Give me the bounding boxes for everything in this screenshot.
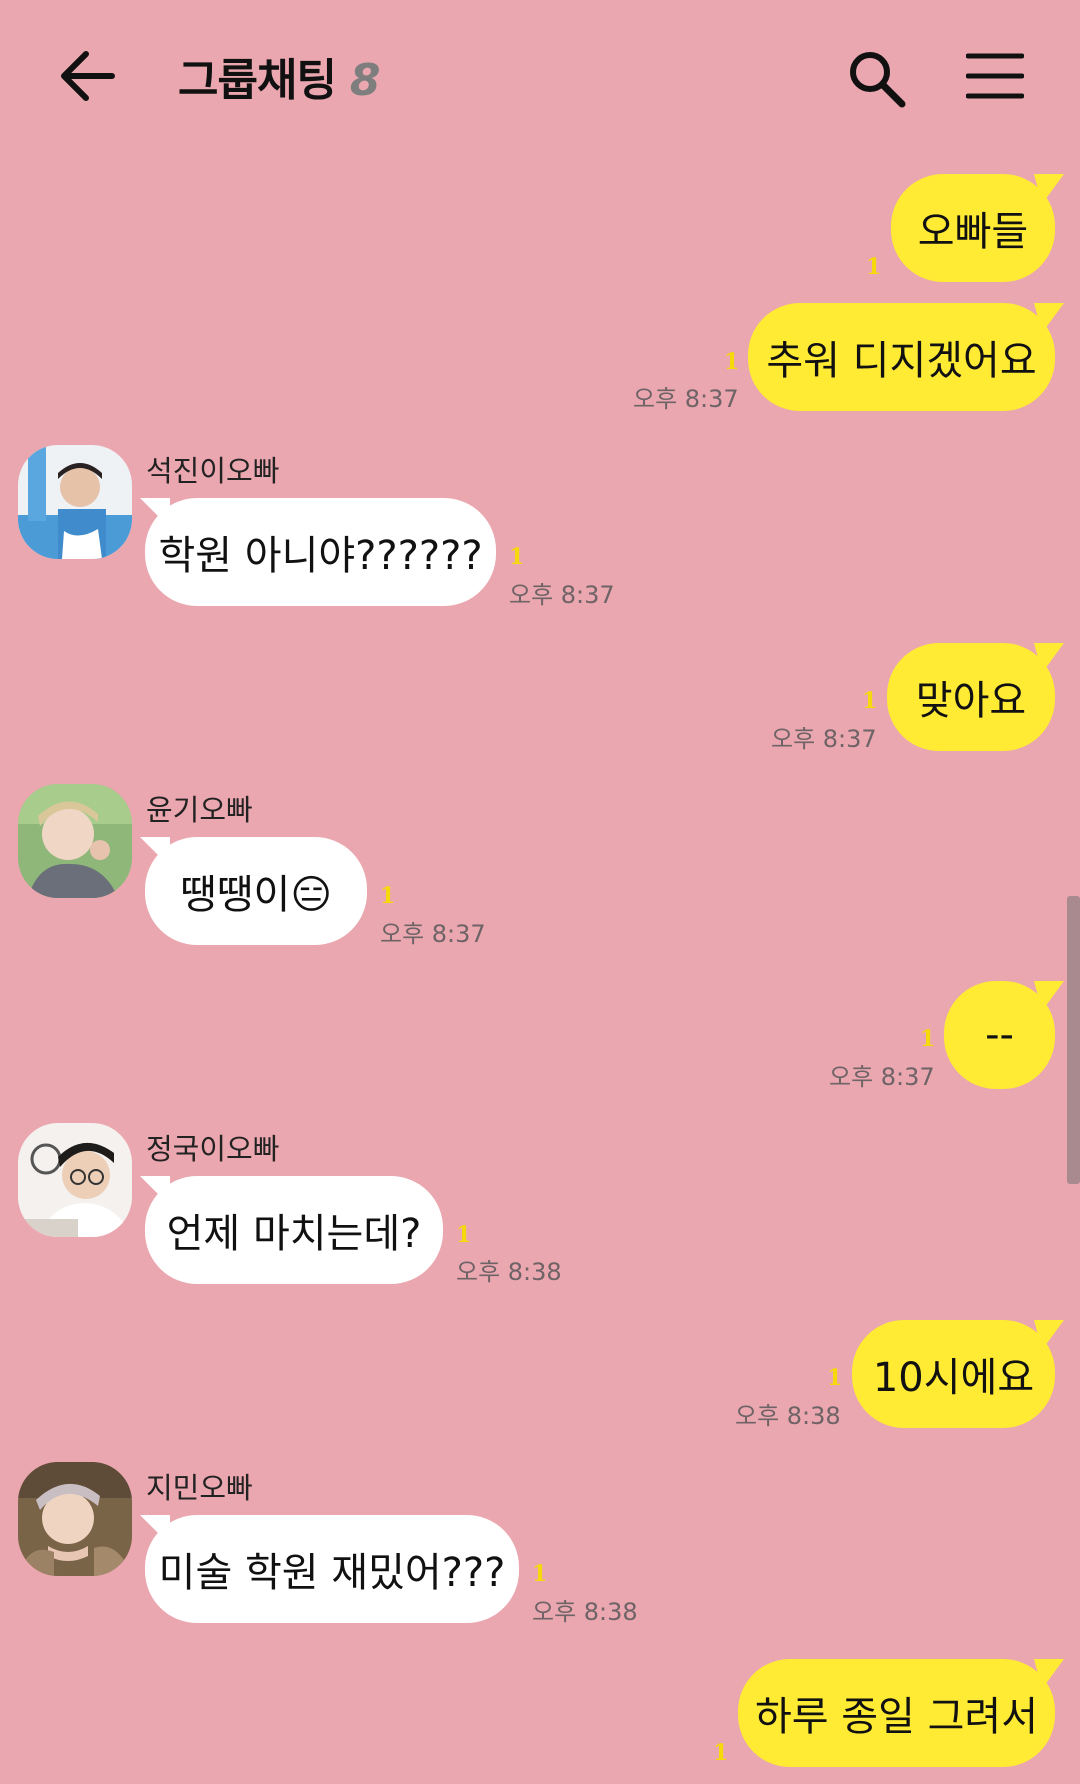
message-text: 추워 디지겠어요 [766, 338, 1037, 384]
unread-count: 1 [713, 1740, 729, 1766]
bubble-tail [1034, 1320, 1064, 1350]
message-text: 오빠들 [917, 209, 1029, 255]
avatar[interactable] [18, 1123, 132, 1237]
sender-name: 석진이오빠 [146, 454, 280, 488]
unread-count: 1 [532, 1561, 548, 1587]
message-text: 하루 종일 그려서 [754, 1694, 1039, 1740]
message-time: 오후 8:37 [633, 385, 739, 413]
sender-name: 정국이오빠 [146, 1132, 280, 1166]
member-count: 8 [349, 55, 381, 106]
bubble-tail [1034, 303, 1064, 333]
message-time: 오후 8:38 [532, 1598, 638, 1626]
message-text: -- [985, 1012, 1014, 1058]
unread-count: 1 [724, 349, 740, 375]
message-text: 언제 마치는데? [166, 1211, 422, 1257]
avatar[interactable] [18, 1462, 132, 1576]
unread-count: 1 [862, 688, 878, 714]
chat-title: 그룹채팅 [178, 55, 337, 106]
unread-count: 1 [920, 1026, 936, 1052]
my-message-bubble[interactable]: 오빠들 [891, 174, 1055, 282]
other-message-bubble[interactable]: 미술 학원 재밌어??? [145, 1515, 519, 1623]
hamburger-menu-icon[interactable] [966, 50, 1024, 102]
unread-count: 1 [509, 544, 525, 570]
bubble-tail [1034, 981, 1064, 1011]
my-message-bubble[interactable]: 맞아요 [887, 643, 1055, 751]
chat-header: 그룹채팅 8 [0, 0, 1080, 160]
message-time: 오후 8:37 [509, 581, 615, 609]
message-time: 오후 8:37 [380, 920, 486, 948]
arrow-left-icon[interactable] [56, 44, 120, 108]
my-message-bubble[interactable]: 10시에요 [852, 1320, 1055, 1428]
my-message-bubble[interactable]: 추워 디지겠어요 [748, 303, 1055, 411]
bubble-tail [1034, 174, 1064, 204]
other-message-bubble[interactable]: 땡땡이😑 [145, 837, 367, 945]
message-time: 오후 8:37 [771, 725, 877, 753]
my-message-bubble[interactable]: 하루 종일 그려서 [738, 1659, 1055, 1767]
other-message-bubble[interactable]: 학원 아니야?????? [145, 498, 496, 606]
search-icon[interactable] [846, 48, 906, 108]
message-time: 오후 8:38 [735, 1402, 841, 1430]
unread-count: 1 [380, 883, 396, 909]
chat-title-group: 그룹채팅 8 [178, 44, 381, 114]
message-time: 오후 8:37 [829, 1063, 935, 1091]
message-text: 땡땡이😑 [179, 872, 333, 918]
bubble-tail [1034, 643, 1064, 673]
sender-name: 지민오빠 [146, 1471, 253, 1505]
avatar[interactable] [18, 784, 132, 898]
other-message-bubble[interactable]: 언제 마치는데? [145, 1176, 443, 1284]
unread-count: 1 [456, 1222, 472, 1248]
sender-name: 윤기오빠 [146, 793, 253, 827]
message-text: 미술 학원 재밌어??? [158, 1550, 506, 1596]
unread-count: 1 [827, 1365, 843, 1391]
avatar[interactable] [18, 445, 132, 559]
message-time: 오후 8:38 [456, 1258, 562, 1286]
unread-count: 1 [866, 254, 882, 280]
message-text: 학원 아니야?????? [158, 533, 483, 579]
scrollbar[interactable] [1067, 896, 1080, 1184]
bubble-tail [1034, 1659, 1064, 1689]
message-text: 10시에요 [872, 1355, 1035, 1401]
message-text: 맞아요 [915, 678, 1027, 724]
